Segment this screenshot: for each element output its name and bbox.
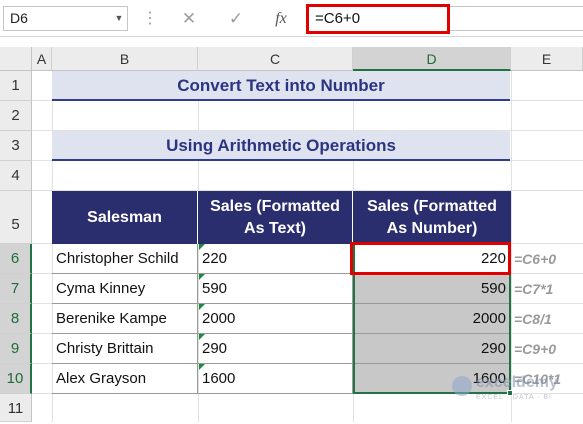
exceldemy-logo-icon [452,376,472,396]
header-salesman-label: Salesman [87,208,162,226]
column-header-b[interactable]: B [52,47,198,71]
drag-handle-icon[interactable]: ⋮ [142,6,158,31]
error-indicator-icon[interactable] [199,364,205,370]
cell-salesman[interactable]: Christy Brittain [52,334,198,364]
header-sales-number-line2: As Number) [386,219,478,237]
row-header-1[interactable]: 1 [0,71,32,101]
column-header-e[interactable]: E [511,47,583,71]
column-header-d[interactable]: D [353,47,511,71]
watermark: exceldemy EXCEL · DATA · BI [452,374,572,408]
cell-salesman[interactable]: Cyma Kinney [52,274,198,304]
active-cell-highlight [350,242,511,275]
column-header-a[interactable]: A [32,47,52,71]
select-all-corner[interactable] [0,47,32,71]
cancel-icon[interactable]: ✕ [172,6,206,31]
insert-function-icon[interactable]: fx [264,6,298,31]
sheet-title[interactable]: Convert Text into Number [52,71,510,101]
gridline [511,71,512,422]
header-sales-number-line1: Sales (Formatted [367,197,497,215]
cell-salesman[interactable]: Alex Grayson [52,364,198,394]
row-header-8[interactable]: 8 [0,304,32,334]
error-indicator-icon[interactable] [199,244,205,250]
header-sales-number[interactable]: Sales (Formatted As Number) [353,191,511,244]
cell-sales-text[interactable]: 290 [198,334,353,364]
row-header-5[interactable]: 5 [0,191,32,244]
header-salesman[interactable]: Salesman [52,191,198,244]
row-header-10[interactable]: 10 [0,364,32,394]
formula-note: =C6+0 [514,251,557,267]
row-header-2[interactable]: 2 [0,101,32,131]
cell-sales-text[interactable]: 590 [198,274,353,304]
row-header-4[interactable]: 4 [0,161,32,191]
row-header-6[interactable]: 6 [0,244,32,274]
name-box-dropdown-icon[interactable]: ▼ [112,6,126,31]
header-sales-text-line1: Sales (Formatted [210,197,340,215]
row-header-11[interactable]: 11 [0,394,32,422]
column-header-c[interactable]: C [198,47,353,71]
header-sales-text-line2: As Text) [244,219,306,237]
formula-note: =C8/1 [514,311,552,327]
sheet-subtitle[interactable]: Using Arithmetic Operations [52,131,510,161]
cell-sales-text[interactable]: 1600 [198,364,353,394]
formula-input-extension[interactable] [450,6,583,31]
row-header-9[interactable]: 9 [0,334,32,364]
formula-note: =C9+0 [514,341,557,357]
watermark-tagline: EXCEL · DATA · BI [476,394,552,401]
cell-sales-text[interactable]: 2000 [198,304,353,334]
cell-salesman[interactable]: Berenike Kampe [52,304,198,334]
formula-bar: D6 ▼ ⋮ ✕ ✓ fx =C6+0 [0,0,583,37]
name-box[interactable]: D6 [3,6,128,31]
row-header-7[interactable]: 7 [0,274,32,304]
row-header-3[interactable]: 3 [0,131,32,161]
cell-sales-text[interactable]: 220 [198,244,353,274]
error-indicator-icon[interactable] [199,304,205,310]
enter-icon[interactable]: ✓ [219,6,253,31]
cell-salesman[interactable]: Christopher Schild [52,244,198,274]
formula-note: =C7*1 [514,281,554,297]
formula-input[interactable]: =C6+0 [306,4,450,34]
watermark-name: exceldemy [476,374,558,391]
header-sales-text[interactable]: Sales (Formatted As Text) [198,191,353,244]
error-indicator-icon[interactable] [199,274,205,280]
error-indicator-icon[interactable] [199,334,205,340]
